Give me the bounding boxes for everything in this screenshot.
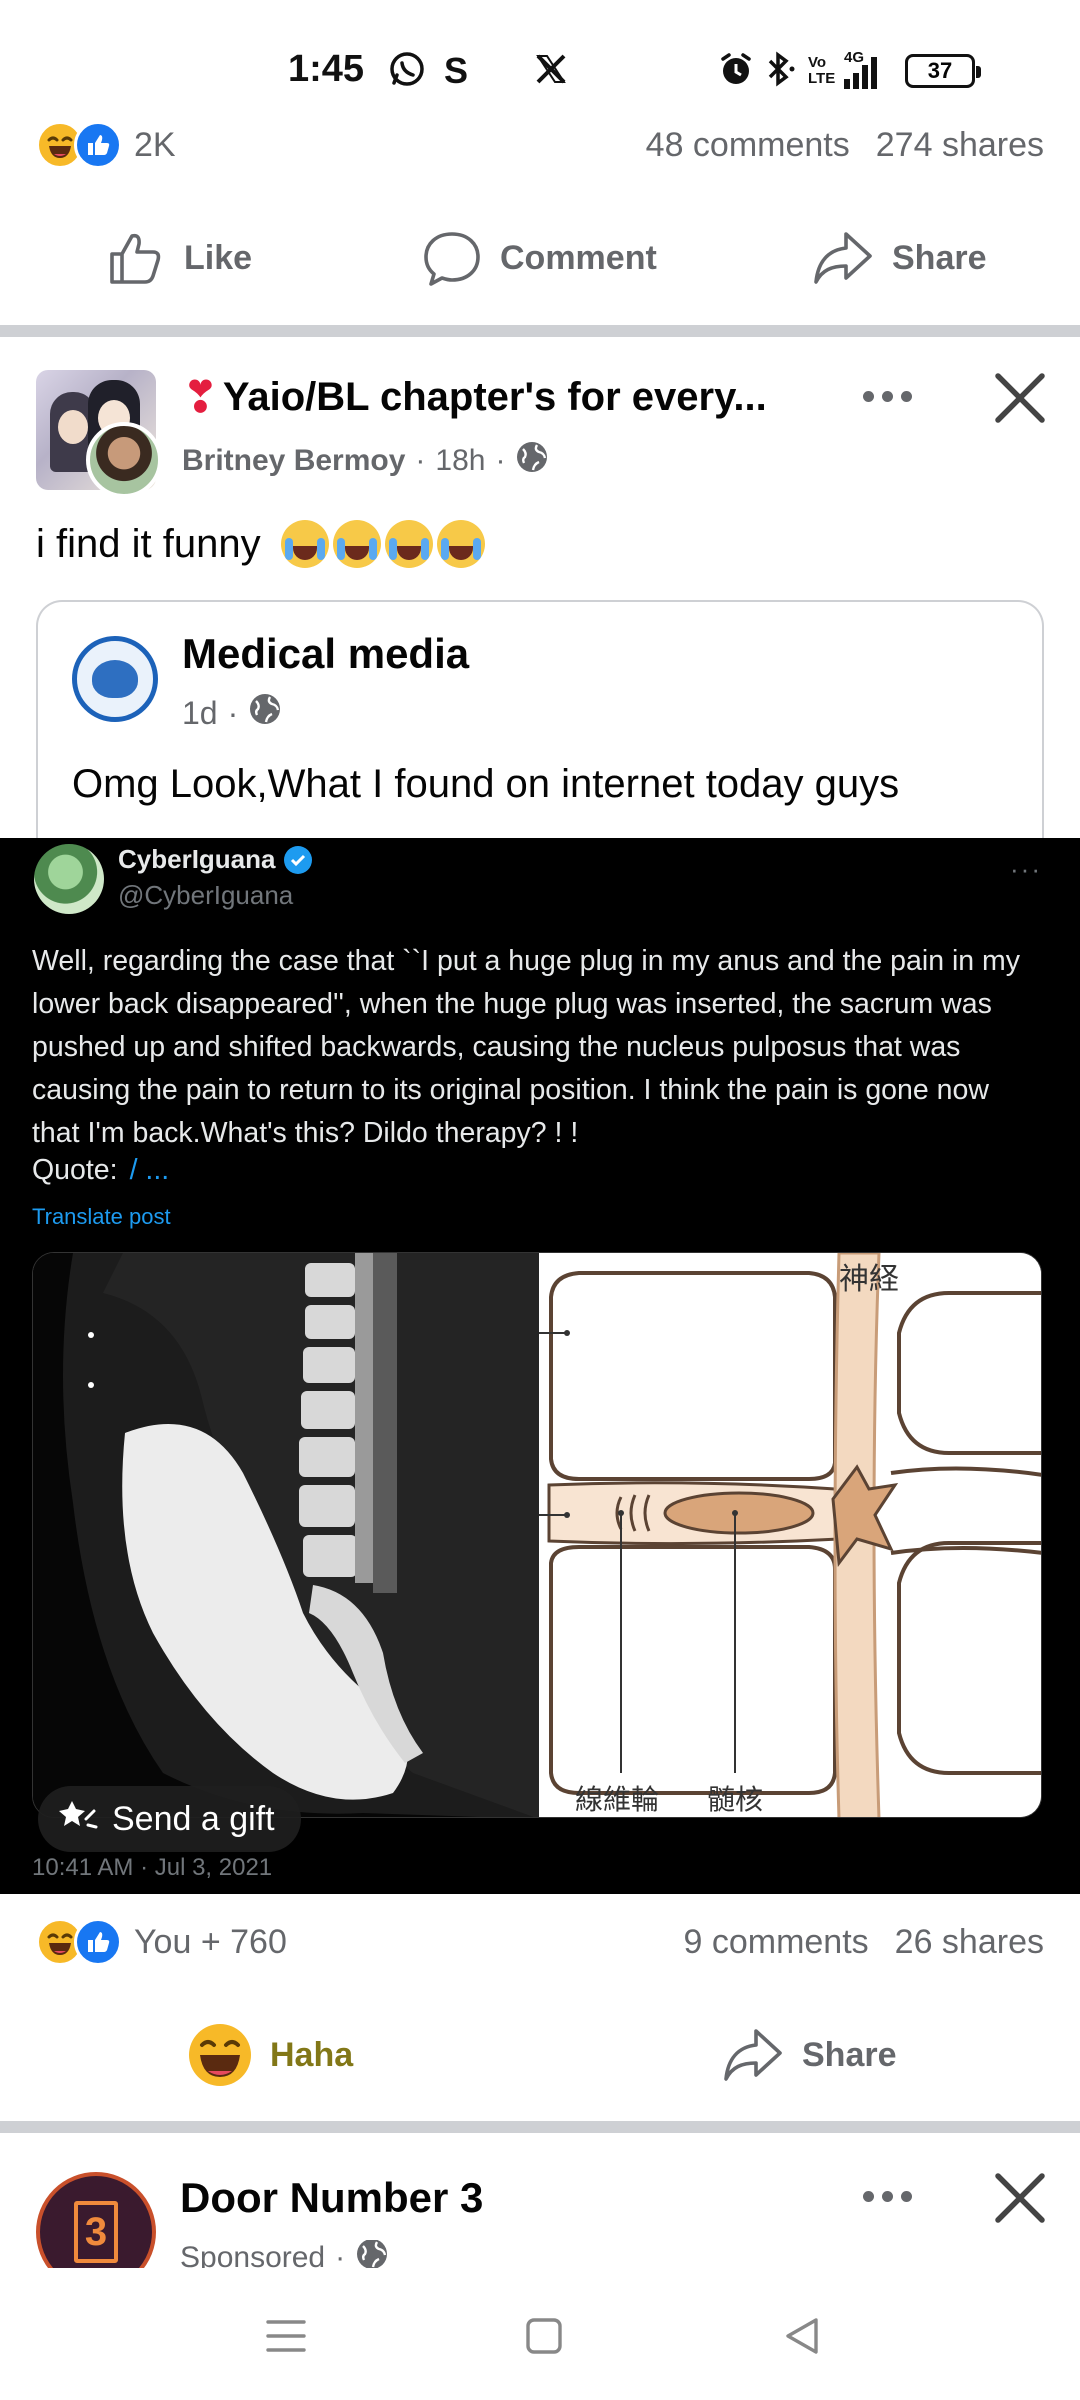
shared-post-time[interactable]: 1d [182, 695, 218, 732]
post-reaction-summary[interactable]: You + 760 9 comments 26 shares [36, 1914, 1044, 1970]
send-gift-button[interactable]: Send a gift [38, 1786, 301, 1852]
battery-indicator: 37 [905, 54, 981, 88]
comment-label: Comment [500, 238, 657, 277]
network-type-label: 4G [844, 49, 865, 66]
medical-media-avatar[interactable] [72, 636, 158, 722]
group-name[interactable]: ❣ Yaio/BL chapter's for every... [182, 372, 802, 423]
like-label: Like [184, 238, 253, 277]
shares-count-link[interactable]: 26 shares [895, 1923, 1044, 1962]
share-label: Share [802, 2035, 897, 2074]
tweet-author-avatar [34, 844, 104, 914]
close-icon [995, 373, 1045, 423]
haha-reaction-button[interactable]: Haha [188, 2023, 353, 2087]
crying-emoji-icon [280, 520, 329, 568]
spine-diagram: 神経 線維輪 髄核 [539, 1253, 1041, 1817]
tweet-author-handle: @CyberIguana [118, 880, 294, 910]
shared-post-card[interactable]: Medical media 1d · Omg Look,What I found… [36, 600, 1044, 840]
volte-icon: Vo LTE [808, 54, 836, 87]
post-meta: Britney Bermoy · 18h · [182, 440, 549, 482]
status-time: 1:45 [288, 48, 365, 90]
4g-signal-icon: 4G [844, 49, 877, 89]
crying-emoji-icon [384, 520, 433, 568]
advertiser-name[interactable]: Door Number 3 [180, 2174, 483, 2222]
whatsapp-icon [388, 50, 426, 93]
post-action-bar: Haha Share [0, 2000, 1080, 2110]
like-reaction-icon [74, 1918, 122, 1966]
haha-label: Haha [270, 2035, 354, 2074]
door-logo-icon: 3 [74, 2201, 118, 2263]
comment-bubble-icon [422, 228, 482, 288]
post-divider [0, 325, 1080, 337]
post-time[interactable]: 18h [435, 444, 485, 478]
s-app-icon: S [444, 50, 469, 91]
thumbs-up-icon [106, 228, 166, 288]
comments-count-link[interactable]: 48 comments [646, 126, 850, 165]
tweet-body: Well, regarding the case that ``I put a … [32, 945, 1021, 1149]
shared-post-image[interactable]: CyberIguana @CyberIguana ··· Well, regar… [0, 838, 1080, 1894]
crying-emoji-icon [332, 520, 381, 568]
post-caption: i find it funny [36, 520, 485, 568]
comments-count-link[interactable]: 9 comments [683, 1923, 868, 1962]
share-label: Share [892, 238, 987, 277]
post-divider [0, 2121, 1080, 2133]
crying-emoji-icon [436, 520, 485, 568]
tweet-quote: Quote: / ... [32, 1154, 170, 1186]
nucleus-label: 髄核 [707, 1783, 763, 1816]
comment-button[interactable]: Comment [422, 228, 657, 288]
annulus-label: 線維輪 [575, 1783, 659, 1816]
bluetooth-icon [764, 51, 798, 92]
post-caption-text: i find it funny [36, 521, 261, 566]
share-arrow-icon [722, 2025, 784, 2085]
share-button[interactable]: Share [722, 2025, 897, 2085]
back-triangle-icon[interactable] [772, 2308, 832, 2364]
globe-icon [515, 440, 549, 482]
tweet-more-icon: ··· [1010, 854, 1042, 884]
reaction-count: 2K [134, 125, 176, 164]
status-bar: 1:45 S Vo LTE 4G 37 [0, 0, 1080, 130]
verified-badge-icon [283, 845, 312, 874]
like-reaction-icon [74, 121, 122, 169]
haha-emoji-icon [188, 2023, 252, 2087]
send-gift-label: Send a gift [112, 1799, 275, 1838]
status-right-icons: Vo LTE 4G 37 [718, 48, 981, 94]
tweet-media: 神経 線維輪 髄核 [32, 1252, 1042, 1818]
prev-post-action-bar: Like Comment Share [0, 203, 1080, 313]
gift-sparkle-icon [58, 1795, 98, 1844]
globe-icon [248, 692, 282, 734]
reaction-count: You + 760 [134, 1922, 287, 1961]
tweet-timestamp: 10:41 AM · Jul 3, 2021 [32, 1854, 273, 1881]
translate-post-link: Translate post [32, 1204, 171, 1229]
shared-post-meta: 1d · [182, 692, 282, 734]
nerve-label: 神経 [839, 1262, 899, 1297]
x-icon [534, 52, 568, 91]
post-more-options-button[interactable] [852, 376, 922, 416]
tweet-author-name: CyberIguana [118, 844, 312, 875]
menu-icon[interactable] [256, 2308, 316, 2364]
group-name-text: Yaio/BL chapter's for every... [222, 375, 767, 419]
ad-more-options-button[interactable] [852, 2176, 922, 2216]
ct-scan-image [33, 1253, 539, 1817]
hide-ad-close-button[interactable] [988, 2166, 1052, 2230]
dot [862, 390, 874, 402]
shares-count-link[interactable]: 274 shares [876, 126, 1044, 165]
system-navigation-bar [0, 2268, 1080, 2400]
share-button[interactable]: Share [812, 228, 987, 288]
alarm-icon [718, 51, 754, 92]
close-icon [995, 2173, 1045, 2223]
shared-page-name[interactable]: Medical media [182, 630, 469, 678]
brain-logo-icon [92, 660, 138, 698]
home-square-icon[interactable] [514, 2308, 574, 2364]
heart-icon: ❣ [182, 373, 219, 422]
like-button[interactable]: Like [106, 228, 252, 288]
group-avatar[interactable] [36, 370, 162, 498]
author-avatar[interactable] [86, 422, 162, 498]
share-arrow-icon [812, 228, 874, 288]
author-name[interactable]: Britney Bermoy [182, 444, 405, 478]
prev-post-reaction-summary[interactable]: 2K 48 comments 274 shares [36, 117, 1044, 173]
hide-post-close-button[interactable] [988, 366, 1052, 430]
shared-post-text: Omg Look,What I found on internet today … [72, 762, 900, 806]
status-left-icons: S [388, 48, 568, 94]
